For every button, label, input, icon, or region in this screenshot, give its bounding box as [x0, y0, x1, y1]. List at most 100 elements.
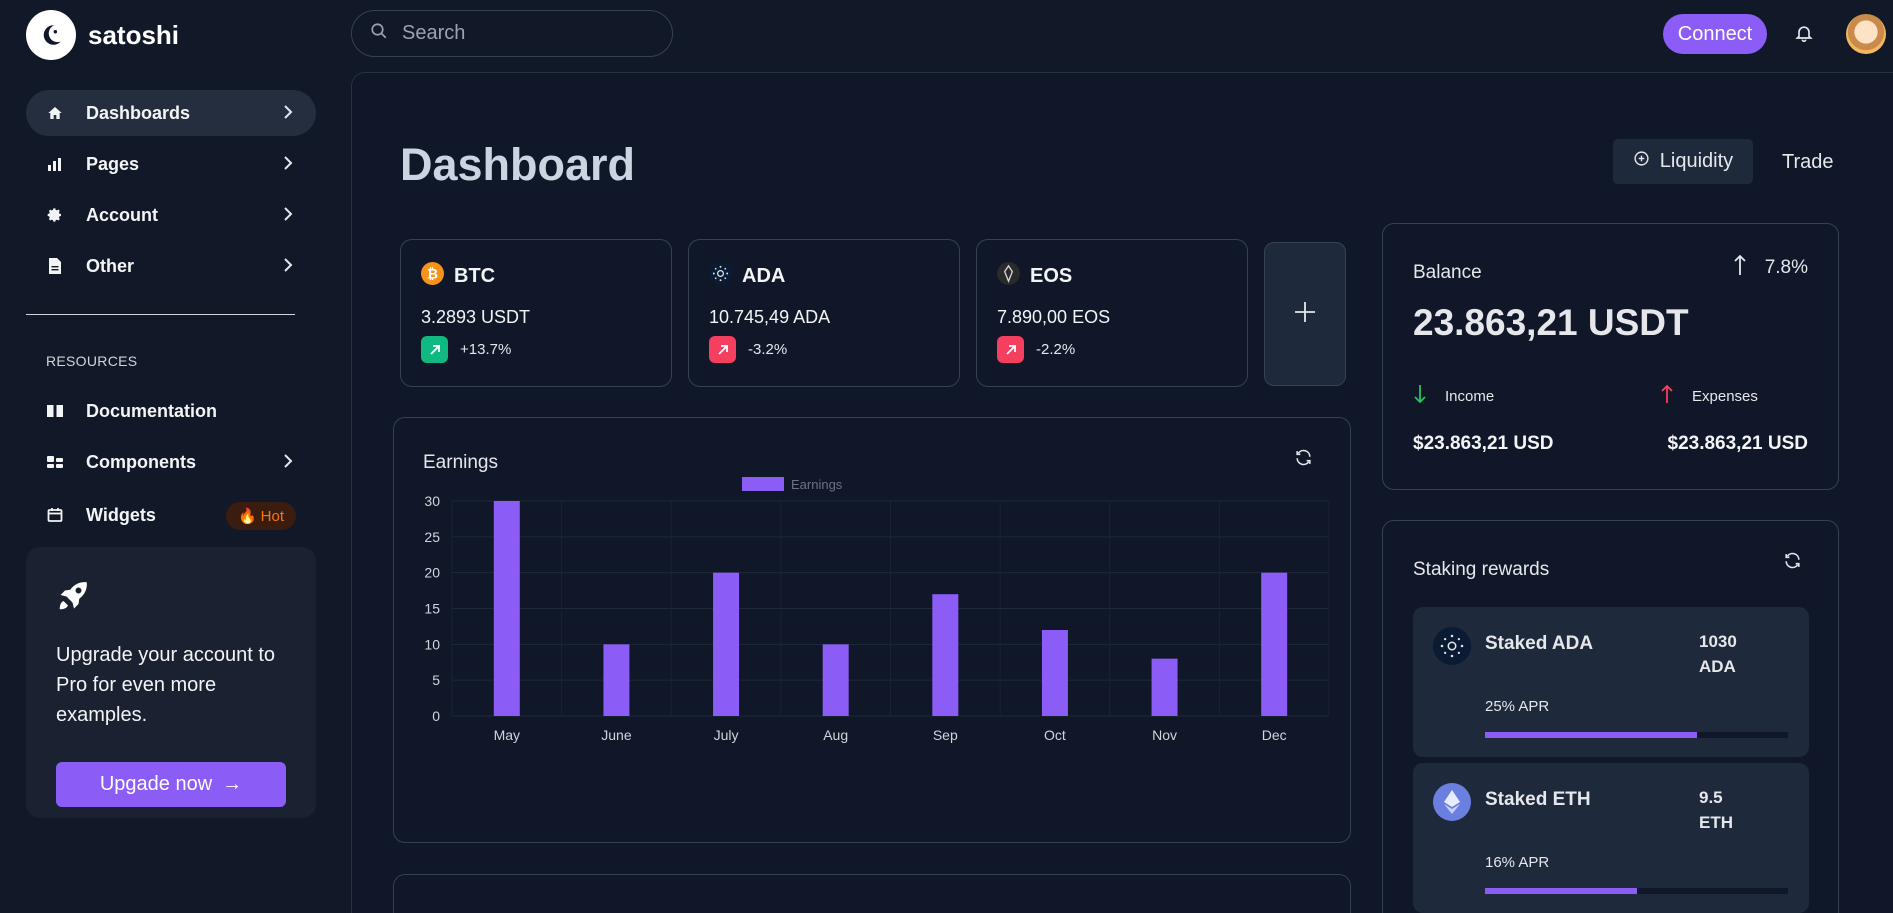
liquidity-button[interactable]: Liquidity — [1613, 139, 1753, 184]
staking-title: Staking rewards — [1413, 559, 1550, 580]
upgrade-button[interactable]: Upgade now → — [56, 762, 286, 807]
y-tick-label: 30 — [424, 493, 440, 509]
chevron-right-icon — [282, 154, 294, 177]
stake-progress-fill — [1485, 732, 1698, 738]
coin-card-eos[interactable]: EOS 7.890,00 EOS -2.2% — [976, 239, 1248, 387]
balance-change-value: 7.8% — [1764, 257, 1808, 278]
brand-logo[interactable]: satoshi — [26, 10, 179, 60]
coin-card-btc[interactable]: ₿ BTC 3.2893 USDT +13.7% — [400, 239, 672, 387]
gear-icon — [46, 206, 64, 224]
rocket-icon — [56, 582, 92, 617]
sidebar-item-dashboards[interactable]: Dashboards — [26, 90, 316, 136]
eos-icon — [997, 262, 1020, 290]
staking-card: Staking rewards Staked ADA 1030 ADA 25% … — [1382, 520, 1839, 913]
stake-progress-track — [1485, 888, 1788, 894]
page-title: Dashboard — [400, 139, 636, 190]
bar-july — [713, 572, 740, 716]
sidebar-item-label: Dashboards — [86, 102, 191, 123]
y-tick-label: 10 — [424, 636, 440, 652]
trade-button[interactable]: Trade — [1782, 151, 1834, 174]
arrow-up-icon — [1660, 384, 1674, 408]
arrow-down-icon — [1413, 384, 1427, 408]
bar-chart-icon — [46, 155, 64, 173]
coin-change: -3.2% — [748, 341, 788, 358]
chevron-right-icon — [282, 103, 294, 126]
plus-icon — [1293, 300, 1317, 329]
upgrade-card: Upgrade your account to Pro for even mor… — [26, 547, 316, 818]
earnings-chart: 0 5 10 15 20 25 30 May June July Aug Sep Oct Nov Dec Ea… — [424, 477, 1330, 743]
bell-icon[interactable] — [1794, 22, 1814, 49]
plus-circle-icon — [1633, 150, 1650, 173]
bar-nov — [1151, 658, 1178, 716]
balance-change: 7.8% — [1733, 254, 1808, 282]
stake-item-ada[interactable]: Staked ADA 1030 ADA 25% APR — [1413, 607, 1809, 757]
y-tick-label: 25 — [424, 529, 440, 545]
sidebar-item-label: Documentation — [86, 400, 218, 421]
moon-icon — [26, 10, 76, 60]
avatar[interactable] — [1846, 14, 1886, 54]
upgrade-button-label: Upgade now — [99, 773, 213, 795]
cardano-icon — [709, 262, 732, 290]
stake-name: Staked ETH — [1485, 789, 1591, 810]
sidebar-item-label: Components — [86, 451, 196, 472]
hot-badge: 🔥 Hot — [225, 502, 296, 530]
svg-text:₿: ₿ — [427, 267, 438, 282]
search-icon — [370, 22, 388, 45]
sidebar-item-components[interactable]: Components — [26, 439, 316, 485]
liquidity-label: Liquidity — [1659, 150, 1734, 172]
bar-sep — [932, 594, 959, 716]
income-value: $23.863,21 USD — [1413, 433, 1554, 454]
sidebar-item-pages[interactable]: Pages — [26, 141, 316, 187]
sidebar-item-label: Widgets — [86, 504, 156, 525]
sidebar-item-widgets[interactable]: Widgets 🔥 Hot — [26, 492, 316, 538]
y-tick-label: 5 — [432, 672, 440, 688]
legend-label: Earnings — [791, 477, 843, 492]
upgrade-text: Upgrade your account to Pro for even mor… — [56, 644, 276, 726]
refresh-icon[interactable] — [1783, 551, 1802, 575]
arrow-right-icon: → — [222, 773, 243, 795]
home-icon — [46, 104, 64, 122]
y-tick-label: 0 — [432, 708, 440, 724]
x-tick-label: July — [714, 727, 739, 743]
bitcoin-icon: ₿ — [421, 262, 444, 290]
legend-swatch — [742, 477, 784, 491]
y-tick-label: 15 — [424, 601, 440, 617]
stake-apr: 25% APR — [1485, 698, 1550, 715]
add-coin-button[interactable] — [1264, 242, 1346, 386]
x-tick-label: Nov — [1152, 727, 1177, 743]
sidebar-item-documentation[interactable]: Documentation — [26, 388, 316, 434]
trend-down-icon — [997, 336, 1024, 363]
arrow-up-icon — [1733, 254, 1747, 282]
x-tick-label: Oct — [1044, 727, 1066, 743]
components-icon — [46, 453, 64, 471]
sidebar-item-label: Other — [86, 255, 135, 276]
coin-card-ada[interactable]: ADA 10.745,49 ADA -3.2% — [688, 239, 960, 387]
coin-price: 3.2893 USDT — [421, 307, 531, 327]
calendar-icon — [46, 506, 64, 524]
coin-symbol: BTC — [454, 264, 496, 287]
stake-name: Staked ADA — [1485, 633, 1594, 654]
coin-price: 10.745,49 ADA — [709, 307, 831, 327]
balance-amount: 23.863,21 USDT — [1413, 302, 1689, 343]
book-icon — [46, 402, 64, 420]
sidebar-divider — [26, 314, 295, 315]
resources-heading: RESOURCES — [46, 353, 138, 369]
stake-progress-fill — [1485, 888, 1637, 894]
x-tick-label: June — [601, 727, 632, 743]
coin-symbol: ADA — [742, 264, 786, 287]
connect-button[interactable]: Connect — [1663, 14, 1767, 54]
bar-dec — [1261, 572, 1288, 716]
main-content: Dashboard Liquidity Trade ₿ BTC 3.2893 U… — [351, 72, 1893, 913]
document-icon — [46, 257, 64, 275]
search-input[interactable] — [402, 22, 642, 45]
income-label: Income — [1445, 387, 1495, 405]
stake-item-eth[interactable]: Staked ETH 9.5 ETH 16% APR — [1413, 763, 1809, 913]
search-box[interactable] — [351, 10, 673, 57]
app: satoshi Connect Dashboards Pages — [0, 0, 1893, 913]
chevron-right-icon — [282, 205, 294, 228]
income-label-group: Income — [1413, 384, 1494, 408]
expenses-label: Expenses — [1692, 387, 1758, 405]
sidebar-item-account[interactable]: Account — [26, 192, 316, 238]
stake-apr: 16% APR — [1485, 854, 1550, 871]
sidebar-item-other[interactable]: Other — [26, 243, 316, 289]
